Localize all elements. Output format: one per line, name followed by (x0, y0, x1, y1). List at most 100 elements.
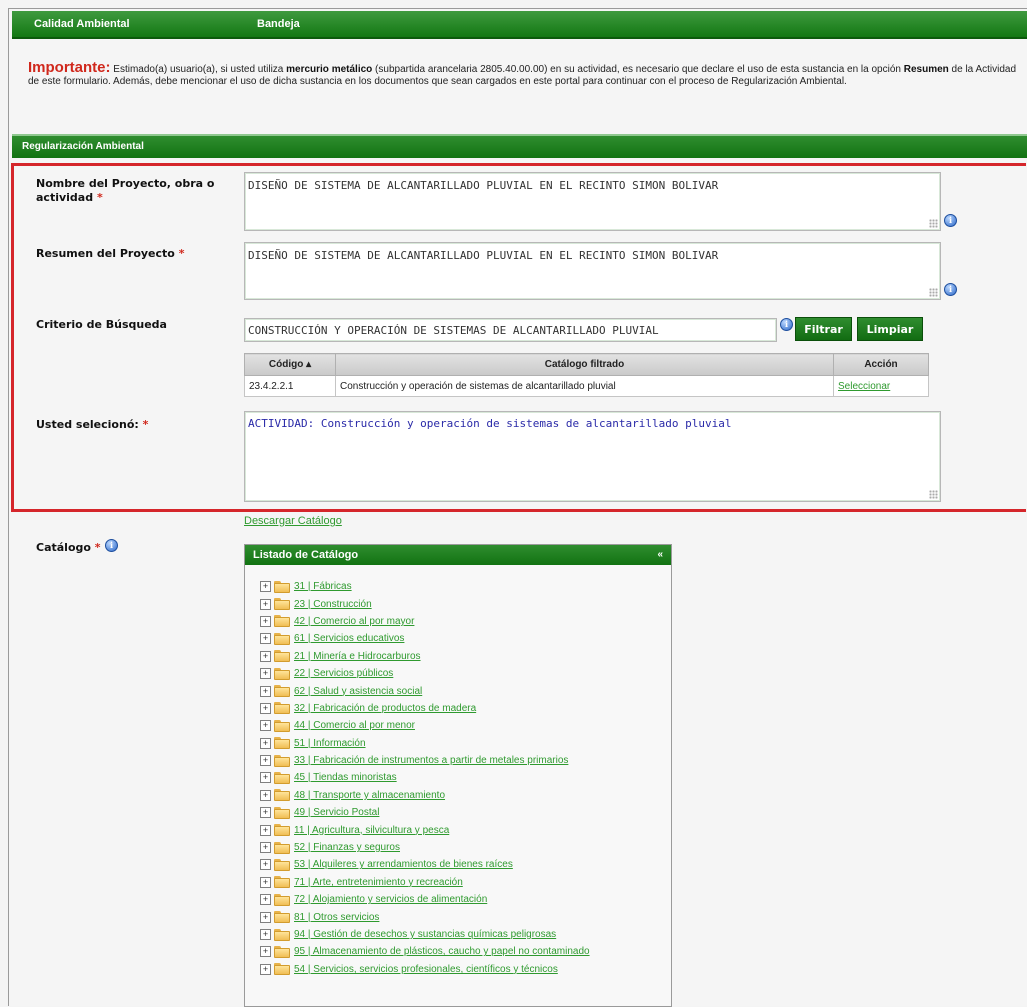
expand-icon[interactable]: + (260, 598, 271, 610)
tree-item: +51 | Información (260, 735, 590, 752)
expand-icon[interactable]: + (260, 946, 271, 958)
folder-icon (274, 737, 290, 750)
resize-grip-icon[interactable] (929, 288, 938, 297)
mercury-notice: Importante: Estimado(a) usuario(a), si u… (28, 60, 1023, 88)
info-icon[interactable]: i (944, 283, 957, 296)
tree-item: +48 | Transporte y almacenamiento (260, 787, 590, 804)
notice-text-2: (subpartida arancelaria 2805.40.00.00) e… (372, 64, 904, 75)
project-name-label-text: Nombre del Proyecto, obra o actividad (36, 177, 215, 204)
tree-item: +42 | Comercio al por mayor (260, 613, 590, 630)
folder-icon (274, 632, 290, 645)
tree-item-link[interactable]: 22 | Servicios públicos (294, 668, 393, 679)
tree-item-link[interactable]: 45 | Tiendas minoristas (294, 772, 397, 783)
col-catalogo-header[interactable]: Catálogo filtrado (335, 353, 834, 376)
tree-item-link[interactable]: 32 | Fabricación de productos de madera (294, 703, 476, 714)
summary-label-text: Resumen del Proyecto (36, 247, 175, 260)
tree-item-link[interactable]: 52 | Finanzas y seguros (294, 842, 400, 853)
expand-icon[interactable]: + (260, 859, 271, 871)
expand-icon[interactable]: + (260, 737, 271, 749)
expand-icon[interactable]: + (260, 720, 271, 732)
tree-item: +33 | Fabricación de instrumentos a part… (260, 752, 590, 769)
required-mark: * (94, 541, 101, 554)
tree-item: +52 | Finanzas y seguros (260, 839, 590, 856)
summary-field[interactable]: DISEÑO DE SISTEMA DE ALCANTARILLADO PLUV… (244, 242, 941, 300)
download-catalog-link[interactable]: Descargar Catálogo (244, 515, 342, 527)
tree-item-link[interactable]: 33 | Fabricación de instrumentos a parti… (294, 755, 568, 766)
tree-item: +62 | Salud y asistencia social (260, 682, 590, 699)
expand-icon[interactable]: + (260, 876, 271, 888)
tree-item-link[interactable]: 53 | Alquileres y arrendamientos de bien… (294, 859, 513, 870)
tree-item-link[interactable]: 94 | Gestión de desechos y sustancias qu… (294, 929, 556, 940)
clear-button[interactable]: Limpiar (857, 317, 923, 341)
tree-item-link[interactable]: 51 | Información (294, 738, 366, 749)
nav-calidad-ambiental[interactable]: Calidad Ambiental (34, 18, 130, 30)
expand-icon[interactable]: + (260, 772, 271, 784)
expand-icon[interactable]: + (260, 650, 271, 662)
notice-text-1: Estimado(a) usuario(a), si usted utiliza (110, 64, 287, 75)
tree-item-link[interactable]: 54 | Servicios, servicios profesionales,… (294, 964, 558, 975)
expand-icon[interactable]: + (260, 685, 271, 697)
filter-button[interactable]: Filtrar (795, 317, 852, 341)
expand-icon[interactable]: + (260, 807, 271, 819)
resize-grip-icon[interactable] (929, 490, 938, 499)
folder-icon (274, 580, 290, 593)
selected-label-text: Usted selecionó: (36, 418, 139, 431)
project-name-field[interactable]: DISEÑO DE SISTEMA DE ALCANTARILLADO PLUV… (244, 172, 941, 231)
expand-icon[interactable]: + (260, 668, 271, 680)
tree-item-link[interactable]: 95 | Almacenamiento de plásticos, caucho… (294, 946, 590, 957)
expand-icon[interactable]: + (260, 911, 271, 923)
expand-icon[interactable]: + (260, 633, 271, 645)
resize-grip-icon[interactable] (929, 219, 938, 228)
tree-item-link[interactable]: 23 | Construcción (294, 599, 372, 610)
section-title: Regularización Ambiental (22, 141, 144, 152)
summary-value: DISEÑO DE SISTEMA DE ALCANTARILLADO PLUV… (248, 249, 719, 262)
info-icon[interactable]: i (944, 214, 957, 227)
info-icon[interactable]: i (780, 318, 793, 331)
catalog-panel-title: Listado de Catálogo (253, 549, 359, 561)
folder-icon (274, 754, 290, 767)
tree-item-link[interactable]: 49 | Servicio Postal (294, 807, 379, 818)
tree-item: +45 | Tiendas minoristas (260, 769, 590, 786)
tree-item-link[interactable]: 11 | Agricultura, silvicultura y pesca (294, 825, 449, 836)
tree-item: +22 | Servicios públicos (260, 665, 590, 682)
tree-item-link[interactable]: 72 | Alojamiento y servicios de alimenta… (294, 894, 487, 905)
expand-icon[interactable]: + (260, 963, 271, 975)
catalog-label: Catálogo * (36, 541, 101, 555)
tree-item: +44 | Comercio al por menor (260, 717, 590, 734)
selected-activity-field[interactable]: ACTIVIDAD: Construcción y operación de s… (244, 411, 941, 502)
expand-icon[interactable]: + (260, 702, 271, 714)
folder-icon (274, 719, 290, 732)
required-mark: * (142, 418, 149, 431)
tree-item-link[interactable]: 44 | Comercio al por menor (294, 720, 415, 731)
catalog-panel: Listado de Catálogo « +31 | Fábricas +23 |… (244, 544, 672, 1007)
expand-icon[interactable]: + (260, 615, 271, 627)
tree-item: +72 | Alojamiento y servicios de aliment… (260, 891, 590, 908)
select-link[interactable]: Seleccionar (838, 381, 890, 392)
criteria-input[interactable]: CONSTRUCCIÓN Y OPERACIÓN DE SISTEMAS DE … (244, 318, 777, 342)
expand-icon[interactable]: + (260, 894, 271, 906)
expand-icon[interactable]: + (260, 824, 271, 836)
tree-item: +54 | Servicios, servicios profesionales… (260, 961, 590, 978)
tree-item-link[interactable]: 61 | Servicios educativos (294, 633, 404, 644)
expand-icon[interactable]: + (260, 581, 271, 593)
folder-icon (274, 858, 290, 871)
tree-item-link[interactable]: 62 | Salud y asistencia social (294, 686, 422, 697)
expand-icon[interactable]: + (260, 842, 271, 854)
nav-bandeja[interactable]: Bandeja (257, 18, 300, 30)
tree-item-link[interactable]: 42 | Comercio al por mayor (294, 616, 414, 627)
tree-item-link[interactable]: 71 | Arte, entretenimiento y recreación (294, 877, 463, 888)
chevron-left-icon[interactable]: « (657, 545, 663, 565)
tree-item-link[interactable]: 21 | Minería e Hidrocarburos (294, 651, 421, 662)
info-icon[interactable]: i (105, 539, 118, 552)
tree-item-link[interactable]: 81 | Otros servicios (294, 912, 379, 923)
col-codigo-header[interactable]: Código ▴ (244, 353, 336, 376)
folder-icon (274, 598, 290, 611)
catalog-label-text: Catálogo (36, 541, 91, 554)
tree-item-link[interactable]: 31 | Fábricas (294, 581, 352, 592)
folder-icon (274, 963, 290, 976)
expand-icon[interactable]: + (260, 789, 271, 801)
expand-icon[interactable]: + (260, 929, 271, 940)
tree-item: +81 | Otros servicios (260, 908, 590, 925)
tree-item-link[interactable]: 48 | Transporte y almacenamiento (294, 790, 445, 801)
expand-icon[interactable]: + (260, 755, 271, 767)
